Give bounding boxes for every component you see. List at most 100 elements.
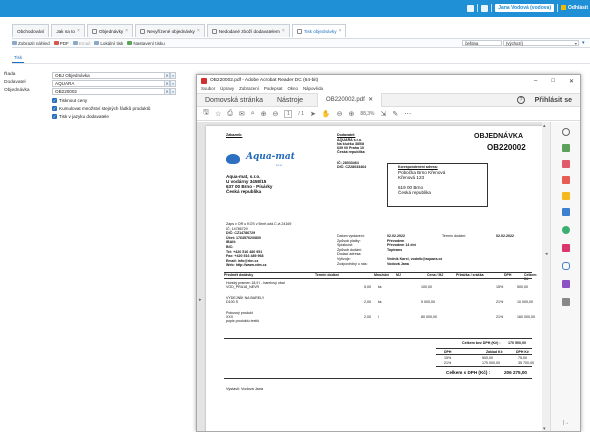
combine-files-icon[interactable]	[562, 208, 570, 216]
tab-tools[interactable]: Nástroje	[277, 97, 303, 104]
supplier-language-checkbox[interactable]: ✓ Tisk v jazyku dodavatele	[52, 114, 109, 119]
zoom-icon[interactable]	[562, 128, 570, 136]
user-badge[interactable]: Jana Vodová (vodova)	[495, 4, 554, 12]
tab-module[interactable]: Nevyřízené objednávky ×	[135, 24, 205, 37]
item-unit-price: 80 000,00	[421, 315, 437, 319]
maximize-icon[interactable]: □	[551, 78, 555, 85]
supplier-input[interactable]: AQUARA ✕ ⌕	[52, 80, 176, 87]
series-input[interactable]: OBJ Objednávka ✕ ⌕	[52, 72, 176, 79]
mail-icon[interactable]: ✉	[239, 110, 245, 118]
grid-icon[interactable]	[481, 4, 489, 12]
menu-item[interactable]: Soubor	[201, 86, 215, 93]
chevron-down-icon[interactable]: ▾	[582, 40, 585, 46]
report-select[interactable]: (výchozí) ▾	[503, 40, 579, 46]
search-icon[interactable]: ⌕	[251, 110, 255, 118]
protect-icon[interactable]	[562, 262, 570, 270]
pdf-icon	[53, 41, 59, 45]
preview-button[interactable]: Zobrazit náhled	[12, 41, 50, 46]
gear-icon	[127, 41, 133, 45]
save-icon[interactable]: 🖫	[203, 108, 209, 119]
customer-heading: Zákazník:	[226, 133, 243, 137]
page-number-input[interactable]: 1	[284, 109, 293, 118]
order-meta-labels: Datum vystavení: Způsob platby: Splatnost:…	[337, 234, 368, 266]
check-icon: ✓	[52, 106, 57, 111]
item-unit: ks	[378, 300, 382, 304]
item-total: 500,00	[517, 285, 528, 289]
more-icon[interactable]: ⋯	[404, 110, 411, 118]
close-icon[interactable]: ✕	[569, 78, 574, 85]
email-button[interactable]: Email	[72, 41, 90, 46]
chevron-right-icon[interactable]: ▸	[199, 297, 202, 303]
customer-info-line: Web: http://www.rdm.cz	[226, 263, 267, 268]
comment-icon[interactable]: ✎	[392, 110, 398, 118]
tab-module[interactable]: Objednávky ×	[86, 24, 134, 37]
vertical-scrollbar[interactable]: ▴ ▾	[542, 122, 550, 431]
minimize-icon[interactable]: –	[534, 78, 537, 85]
pdf-button[interactable]: PDF	[53, 41, 69, 46]
chevron-down-icon[interactable]: ▾	[543, 426, 546, 431]
vat-cell: 75,00	[518, 356, 527, 360]
more-tools-icon[interactable]	[562, 298, 570, 306]
print-icon[interactable]: ⎙	[227, 110, 233, 118]
star-icon[interactable]: ☆	[215, 110, 221, 118]
order-number: OB220002	[487, 143, 526, 152]
tab-document[interactable]: OB220002.pdf ✕	[317, 93, 383, 107]
vat-cell: 170 000,00	[482, 361, 500, 365]
language-select[interactable]: čeština	[462, 40, 502, 46]
hand-tool-icon[interactable]: ✋	[322, 110, 331, 118]
select-tool-icon[interactable]: ➤	[310, 110, 316, 118]
tab-module[interactable]: Tisk objednávky ×	[291, 24, 347, 37]
order-input[interactable]: OB220002 ✕ ⌕	[52, 88, 176, 95]
collapse-pane-icon[interactable]: |→	[563, 420, 569, 426]
help-icon[interactable]: ?	[517, 96, 525, 104]
document-viewer[interactable]: ▸ Zákazník: Dodavatel: OBJEDNÁVKA OB2200…	[197, 122, 552, 431]
tab-print[interactable]: Tisk	[12, 55, 24, 63]
menu-item[interactable]: Nápověda	[303, 86, 323, 93]
item-vat: 21%	[496, 300, 504, 304]
page-total: / 1	[298, 110, 304, 117]
menu-item[interactable]: Zobrazení	[239, 86, 259, 93]
sign-in-link[interactable]: Přihlásit se	[535, 97, 572, 104]
print-settings-button[interactable]: Nastavení tisku	[127, 41, 165, 46]
chevron-left-icon[interactable]: ◂	[545, 251, 548, 257]
tab-icon	[140, 28, 146, 34]
zoom-level[interactable]: 88,3%	[360, 111, 374, 117]
comment-icon[interactable]	[562, 192, 570, 200]
chevron-up-icon[interactable]: ▴	[543, 123, 546, 129]
close-icon[interactable]: ×	[197, 28, 200, 34]
close-icon[interactable]: ×	[282, 28, 285, 34]
organize-pages-icon[interactable]	[562, 226, 570, 234]
page-up-icon[interactable]: ⊕	[261, 110, 267, 118]
close-icon[interactable]: ✕	[368, 97, 373, 103]
vat-cell: 21%	[444, 361, 452, 365]
search-icon[interactable]: ⌕	[170, 72, 176, 79]
zoom-out-icon[interactable]: ⊖	[337, 110, 343, 118]
tab-module[interactable]: Nedodané zboží dodavatelem ×	[206, 24, 290, 37]
menu-item[interactable]: Úpravy	[220, 86, 234, 93]
page-down-icon[interactable]: ⊖	[273, 110, 279, 118]
fill-sign-icon[interactable]	[562, 244, 570, 252]
sign-icon[interactable]	[562, 280, 570, 288]
print-prices-checkbox[interactable]: ✓ Tisknout ceny	[52, 98, 87, 103]
acrobat-toolbar: 🖫 ☆ ⎙ ✉ ⌕ ⊕ ⊖ 1 / 1 ➤ ✋ ⊖ ⊕ 88,3% ⇲ ✎ ⋯	[197, 107, 580, 121]
cumulate-rows-checkbox[interactable]: ✓ Kumulovat množství stejných řádků produ…	[52, 106, 150, 111]
create-pdf-icon[interactable]	[562, 160, 570, 168]
tab-home[interactable]: Domovská stránka	[205, 97, 263, 104]
zoom-in-icon[interactable]: ⊕	[348, 110, 354, 118]
menu-item[interactable]: Okno	[287, 86, 298, 93]
close-icon[interactable]: ×	[339, 28, 342, 34]
window-icon[interactable]	[467, 4, 475, 12]
local-print-button[interactable]: Lokální tisk	[94, 41, 123, 46]
tab-module[interactable]: Jak na to ×	[51, 24, 85, 37]
fit-page-icon[interactable]: ⇲	[381, 110, 387, 118]
menu-item[interactable]: Podepsat	[264, 86, 283, 93]
search-icon[interactable]: ⌕	[170, 88, 176, 95]
export-pdf-icon[interactable]	[562, 144, 570, 152]
search-icon[interactable]: ⌕	[170, 80, 176, 87]
edit-pdf-icon[interactable]	[562, 176, 570, 184]
customer-address: Aqua-mat, s.r.o. U vodárny 3458/15 637 00 …	[226, 174, 273, 194]
tab-module[interactable]: Obchodování	[12, 24, 50, 37]
logout-link[interactable]: Odhlásit	[561, 5, 588, 11]
close-icon[interactable]: ×	[77, 28, 80, 34]
close-icon[interactable]: ×	[125, 28, 128, 34]
